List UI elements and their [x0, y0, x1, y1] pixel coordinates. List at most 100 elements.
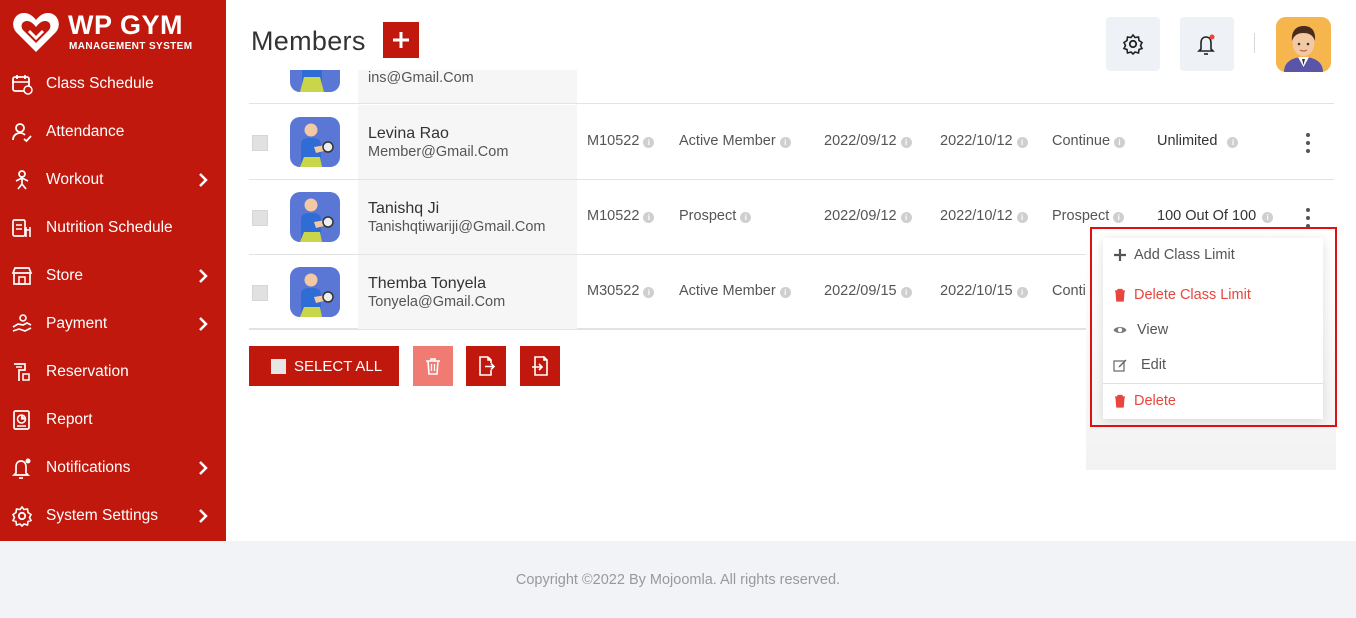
member-name[interactable]: Themba Tonyela [368, 275, 486, 293]
member-name[interactable]: Levina Rao [368, 125, 449, 143]
footer: Copyright ©2022 By Mojoomla. All rights … [0, 541, 1356, 618]
sidebar-item-report[interactable]: Report [0, 396, 226, 444]
footer-copyright: Copyright ©2022 By Mojoomla. All rights … [515, 572, 841, 588]
expiry-date-cell: 2022/10/15 i [940, 283, 1028, 299]
membership-status-cell: Prospect i [1052, 208, 1125, 224]
brand-title: WP GYM [68, 10, 184, 40]
member-name[interactable]: Tanishq Ji [368, 200, 439, 218]
sidebar-item-notifications[interactable]: Notifications [0, 444, 226, 492]
row-checkbox[interactable] [252, 210, 268, 226]
member-type-cell: Active Member i [679, 283, 791, 299]
joined-date-cell: 2022/09/15 i [824, 283, 912, 299]
page-title: Members [251, 26, 366, 56]
chevron-right-icon [199, 269, 208, 283]
info-icon[interactable]: i [779, 137, 791, 148]
store-icon [11, 267, 33, 285]
info-icon[interactable]: i [1227, 137, 1239, 148]
class-limit-cell: 100 Out Of 100 i [1157, 208, 1274, 224]
member-photo-image [300, 273, 334, 317]
info-icon[interactable]: i [1016, 287, 1028, 298]
info-icon[interactable]: i [1016, 212, 1028, 223]
member-id-cell: M30522 i [587, 283, 655, 299]
sidebar-item-nutrition-schedule[interactable]: Nutrition Schedule [0, 204, 226, 252]
select-all-button[interactable]: SELECT ALL [249, 346, 399, 386]
sidebar-nav: Class Schedule Attendance Workout Nutrit… [0, 60, 226, 540]
info-icon[interactable]: i [900, 287, 912, 298]
member-id: M30522 [587, 283, 640, 299]
sidebar-item-class-schedule[interactable]: Class Schedule [0, 60, 226, 108]
info-icon[interactable]: i [1113, 212, 1125, 223]
calendar-icon [12, 75, 33, 95]
sidebar-item-attendance[interactable]: Attendance [0, 108, 226, 156]
row-checkbox[interactable] [252, 285, 268, 301]
brand-logo[interactable]: WP GYM MANAGEMENT SYSTEM [10, 8, 220, 56]
sidebar-item-system-settings[interactable]: System Settings [0, 492, 226, 540]
table-row[interactable]: Levina Rao Member@Gmail.Com M10522 i Acti… [249, 105, 1334, 180]
member-type: Active Member [679, 133, 776, 149]
row-checkbox[interactable] [252, 135, 268, 151]
reservation-icon [14, 363, 30, 381]
member-email: Tanishqtiwariji@Gmail.Com [368, 219, 546, 235]
info-icon[interactable]: i [1262, 212, 1274, 223]
info-icon[interactable]: i [740, 212, 752, 223]
expiry-date-cell: 2022/10/12 i [940, 208, 1028, 224]
info-icon[interactable]: i [900, 212, 912, 223]
expiry-date: 2022/10/12 [940, 133, 1013, 149]
sidebar-item-store[interactable]: Store [0, 252, 226, 300]
info-icon[interactable]: i [643, 212, 655, 223]
name-cell: Themba Tonyela Tonyela@Gmail.Com [358, 255, 577, 329]
row-actions-menu-icon[interactable] [1305, 133, 1311, 153]
export-button[interactable] [466, 346, 506, 386]
member-email: Tonyela@Gmail.Com [368, 294, 506, 310]
member-type-cell: Active Member i [679, 133, 791, 149]
membership-status: Prospect [1052, 208, 1110, 224]
member-type: Active Member [679, 283, 776, 299]
logo-heart-icon [13, 13, 59, 52]
sidebar-item-workout[interactable]: Workout [0, 156, 226, 204]
user-avatar[interactable] [1276, 17, 1331, 72]
add-member-button[interactable] [383, 22, 419, 58]
header-divider [1254, 33, 1255, 53]
sidebar-item-payment[interactable]: Payment [0, 300, 226, 348]
chevron-right-icon [199, 317, 208, 331]
member-type-cell: Prospect i [679, 208, 752, 224]
info-icon[interactable]: i [1114, 137, 1126, 148]
delete-selected-button[interactable] [413, 346, 453, 386]
row-actions-menu-icon[interactable] [1305, 208, 1311, 228]
gear-icon [1122, 33, 1144, 55]
sidebar-item-label: System Settings [46, 507, 158, 524]
expiry-date: 2022/10/12 [940, 208, 1013, 224]
dumbbell-icon [15, 170, 29, 190]
info-icon[interactable]: i [1016, 137, 1028, 148]
info-icon[interactable]: i [900, 137, 912, 148]
class-limit-cell: Unlimited i [1157, 133, 1239, 149]
member-photo-image [300, 123, 334, 167]
member-photo [290, 267, 340, 317]
joined-date: 2022/09/12 [824, 208, 897, 224]
member-id-cell: M10522 i [587, 133, 655, 149]
joined-date: 2022/09/12 [824, 133, 897, 149]
bell-icon [1197, 34, 1215, 55]
report-icon [13, 410, 30, 430]
member-email: ins@Gmail.Com [368, 70, 474, 86]
select-all-checkbox [271, 358, 286, 374]
name-cell: Levina Rao Member@Gmail.Com [358, 105, 577, 179]
notifications-button[interactable] [1180, 17, 1234, 71]
sidebar-item-reservation[interactable]: Reservation [0, 348, 226, 396]
table-row: ins@Gmail.Com [249, 70, 1334, 104]
info-icon[interactable]: i [643, 287, 655, 298]
member-type: Prospect [679, 208, 737, 224]
info-icon[interactable]: i [779, 287, 791, 298]
bell-icon [11, 458, 31, 479]
import-file-icon [532, 356, 548, 376]
trash-icon [426, 358, 440, 375]
membership-status-cell: Continue i [1052, 133, 1126, 149]
expiry-date-cell: 2022/10/12 i [940, 133, 1028, 149]
sidebar-item-label: Attendance [46, 123, 125, 140]
info-icon[interactable]: i [643, 137, 655, 148]
member-photo [290, 192, 340, 242]
settings-button[interactable] [1106, 17, 1160, 71]
sidebar-item-label: Notifications [46, 459, 131, 476]
sidebar-item-label: Class Schedule [46, 75, 154, 92]
import-button[interactable] [520, 346, 560, 386]
